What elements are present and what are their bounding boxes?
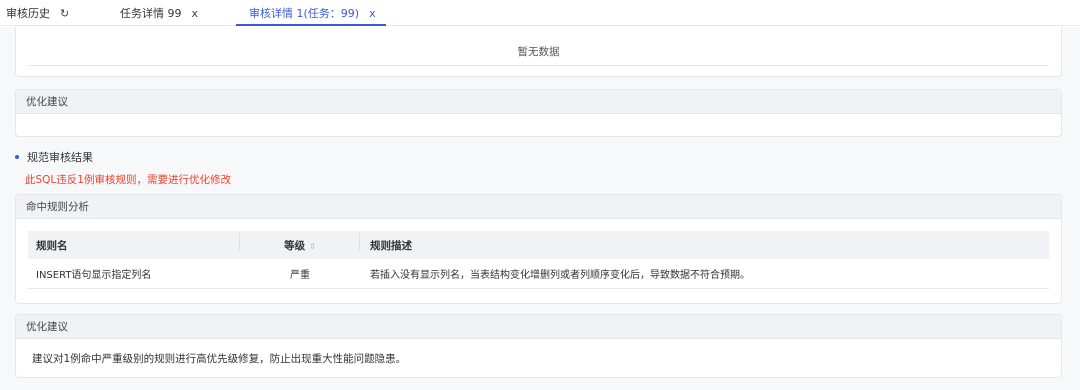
tab-label: 任务详情 99 (120, 7, 182, 20)
tab-label: 审核详情 1(任务：99) (249, 7, 360, 20)
table-header: 规则名 等级 ⇳ 规则描述 (28, 231, 1049, 259)
tab-audit-history[interactable]: 审核历史 ↻ (6, 0, 69, 26)
empty-text: 暂无数据 (517, 46, 560, 58)
audit-result-title: 规范审核结果 (15, 149, 93, 165)
bullet-icon (15, 155, 19, 159)
panel-header: 优化建议 (16, 315, 1061, 339)
refresh-icon[interactable]: ↻ (60, 7, 69, 20)
rule-name-cell: INSERT语句显示指定列名 (36, 270, 152, 281)
optimization-panel-2: 优化建议 建议对1例命中严重级别的规则进行高优先级修复，防止出现重大性能问题隐患… (15, 314, 1062, 378)
warning-text: 此SQL违反1例审核规则，需要进行优化修改 (25, 174, 231, 186)
column-header-description: 规则描述 (370, 239, 412, 252)
column-header-rule-name: 规则名 (28, 232, 240, 253)
rule-description-cell: 若插入没有显示列名，当表结构变化增删列或者列顺序变化后，导致数据不符合预期。 (370, 270, 750, 281)
rule-level-cell: 严重 (290, 270, 310, 281)
table-row: INSERT语句显示指定列名 严重 若插入没有显示列名，当表结构变化增删列或者列… (28, 259, 1049, 289)
optimization-text: 建议对1例命中严重级别的规则进行高优先级修复，防止出现重大性能问题隐患。 (32, 353, 407, 365)
empty-data-panel: 暂无数据 (15, 27, 1062, 77)
tab-bar: 审核历史 ↻ 任务详情 99 x 审核详情 1(任务：99) x (0, 0, 1080, 26)
rule-table: 规则名 等级 ⇳ 规则描述 INSERT语句显示指定列名 严重 若插入没有显示列名… (28, 231, 1049, 289)
active-tab-indicator (236, 24, 386, 26)
sort-icon[interactable]: ⇳ (309, 242, 316, 251)
column-header-level-label: 等级 (284, 239, 306, 252)
column-header-level[interactable]: 等级 ⇳ (240, 232, 360, 253)
main-content: 暂无数据 优化建议 规范审核结果 此SQL违反1例审核规则，需要进行优化修改 命… (0, 27, 1080, 390)
divider (28, 65, 1049, 66)
section-title-text: 规范审核结果 (27, 151, 93, 164)
close-icon[interactable]: x (369, 7, 376, 20)
rule-analysis-panel: 命中规则分析 规则名 等级 ⇳ 规则描述 INSERT语句显示指定列名 严重 若插… (15, 194, 1062, 304)
tab-audit-detail[interactable]: 审核详情 1(任务：99) x (249, 0, 376, 26)
optimization-panel: 优化建议 (15, 89, 1062, 137)
panel-header: 命中规则分析 (16, 195, 1061, 219)
panel-header: 优化建议 (16, 90, 1061, 114)
tab-label: 审核历史 (6, 7, 50, 20)
tab-task-detail[interactable]: 任务详情 99 x (120, 0, 198, 26)
close-icon[interactable]: x (192, 7, 199, 20)
